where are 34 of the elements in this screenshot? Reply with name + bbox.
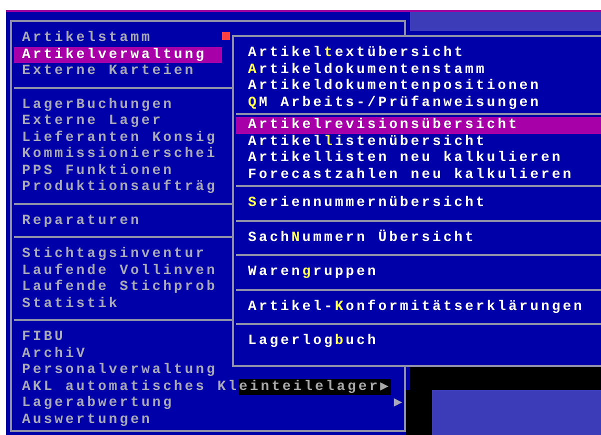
menu-item[interactable]: Produktionsaufträg — [14, 179, 222, 196]
menu-item[interactable]: Artikel l istenübersicht — [236, 134, 601, 150]
menu-item[interactable]: Artikel-Konformitätserklärungen — [236, 298, 601, 315]
menu-item[interactable]: Artikelrevisionsübersicht — [236, 117, 601, 134]
menu-item[interactable]: Artikel t extübersicht — [236, 45, 601, 62]
menu-item[interactable]: Kommissionierschei — [14, 146, 222, 162]
menu-item[interactable]: Laufende Stichprob — [14, 279, 222, 296]
menu-item[interactable]: Statistik — [14, 296, 124, 312]
close-icon[interactable] — [222, 32, 230, 40]
menu-item[interactable]: Stichtagsinventur — [14, 246, 210, 262]
menu-item[interactable]: S eriennummernübersicht — [236, 195, 601, 212]
menu-item[interactable]: A rtikeldokumentenstamm — [236, 62, 601, 78]
menu-item[interactable]: FIBU — [14, 329, 70, 346]
menu-item[interactable]: Artikellisten neu kalkulieren — [236, 150, 601, 166]
menu-item[interactable]: Externe Karteien — [14, 63, 200, 80]
menu-item[interactable]: Artikelstamm — [14, 30, 156, 46]
menu-item[interactable]: Sach N ummern Übersicht — [236, 230, 601, 246]
menu-item[interactable]: Reparaturen — [14, 212, 146, 229]
menu-item[interactable]: Personalverwaltung — [14, 362, 222, 378]
menu-item[interactable]: Artikelverwaltung — [14, 46, 222, 63]
menu-item[interactable]: Q M Arbeits-/Prüfanweisungen — [236, 94, 601, 111]
menu-item[interactable]: AKL automatisches Kl einteilelager▶ — [14, 378, 395, 395]
menu-item[interactable]: Externe Lager — [14, 113, 168, 130]
menu-item[interactable]: Artikeldokumentenpositionen — [236, 78, 601, 94]
menu-item[interactable]: PPS Funktionen — [14, 162, 178, 179]
menu-item[interactable]: LagerBuchungen — [14, 96, 178, 113]
menu-item[interactable]: Lagerlog b uch — [236, 333, 601, 350]
menu-item[interactable]: Forecastzahlen neu kalkulieren — [236, 166, 601, 183]
menu-item[interactable]: Laufende Vollinven — [14, 262, 222, 279]
menu-item[interactable]: Lagerabwertung ▶ — [14, 395, 409, 412]
menu-item[interactable]: Waren g ruppen — [236, 264, 601, 280]
menu-item[interactable]: ArchiV — [14, 346, 92, 362]
menu-item[interactable]: Lieferanten Konsig — [14, 130, 222, 146]
menu-item[interactable]: Auswertungen — [14, 412, 156, 428]
